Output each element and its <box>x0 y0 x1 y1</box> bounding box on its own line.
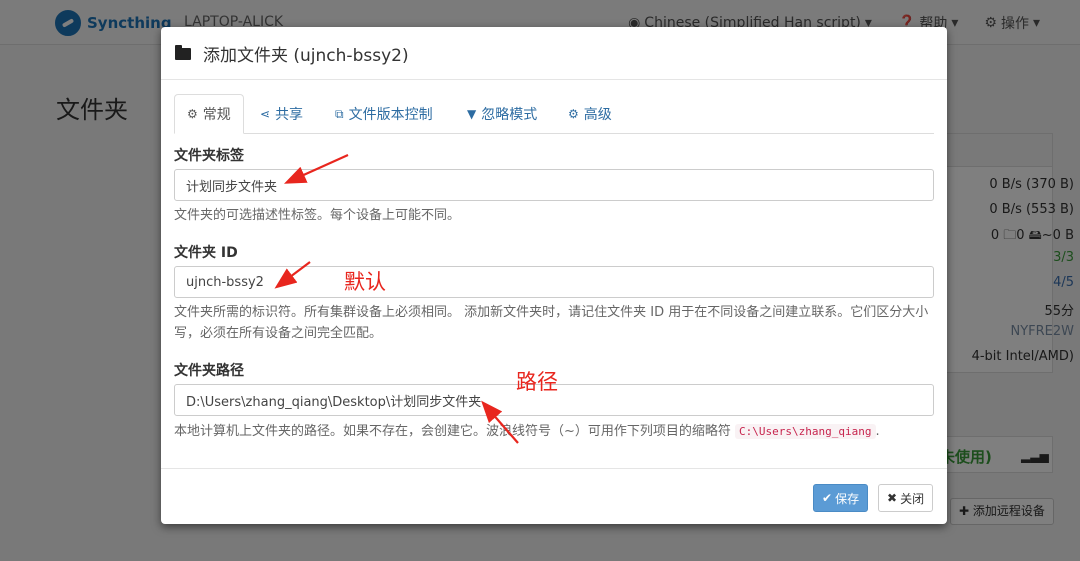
arrow-to-label <box>283 153 349 184</box>
annotation-arrows <box>274 153 519 444</box>
arrow-to-path <box>481 400 519 444</box>
arrow-to-id <box>274 261 311 289</box>
